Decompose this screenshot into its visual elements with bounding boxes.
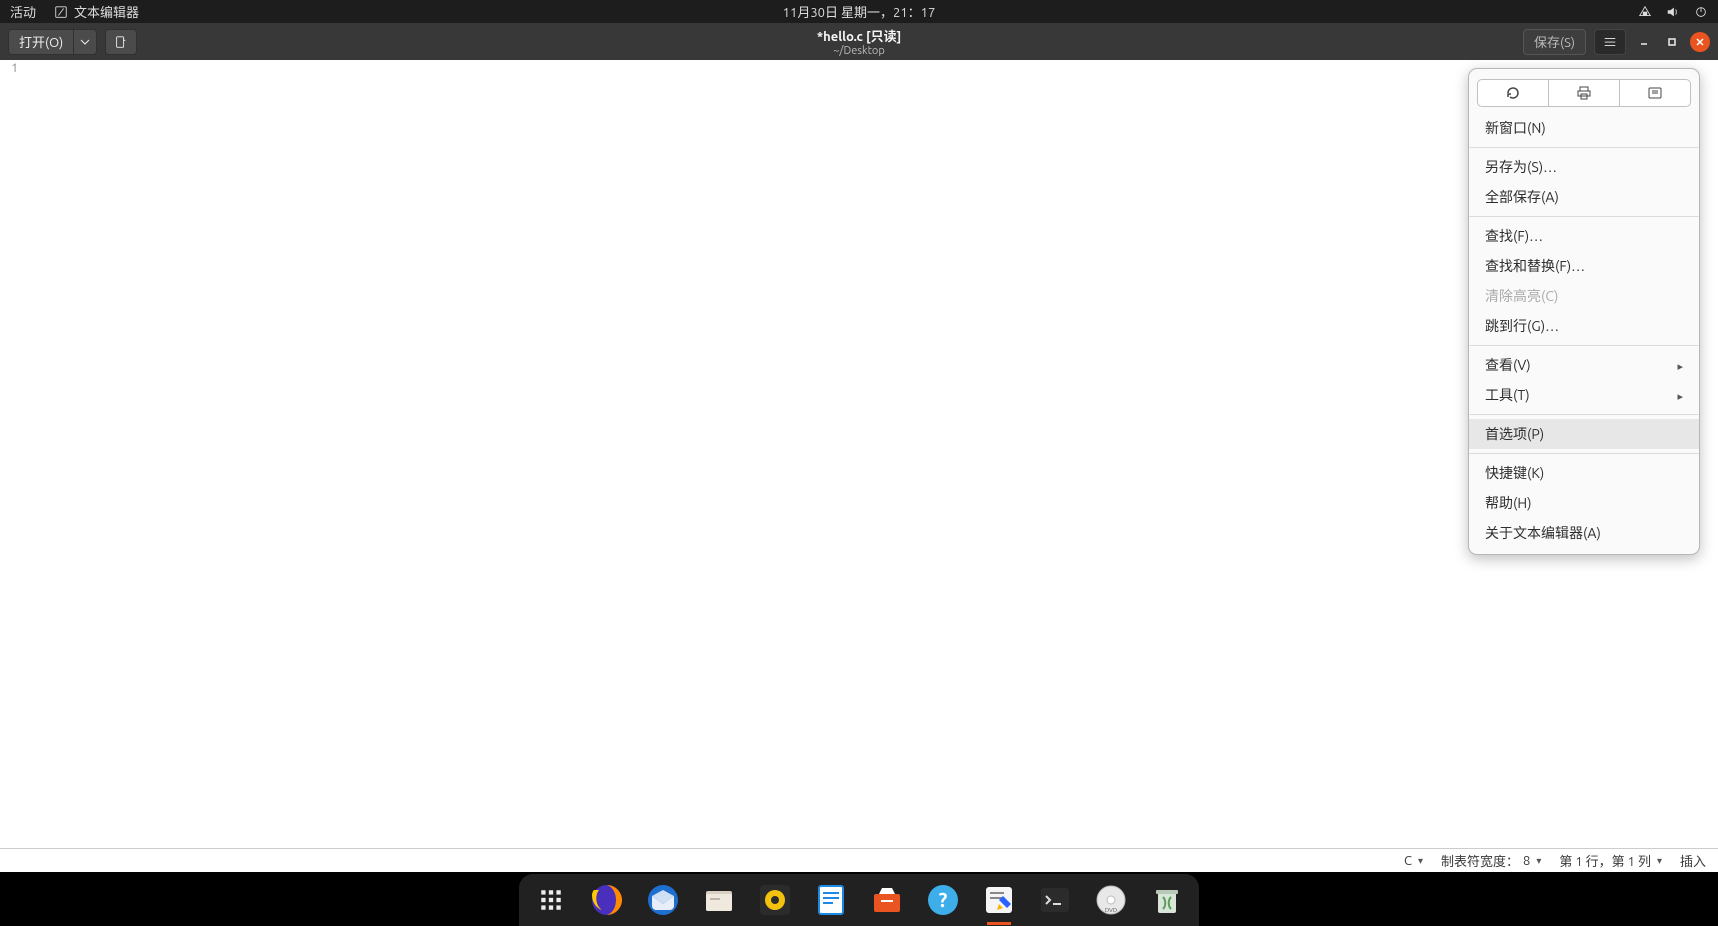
menu-save-all[interactable]: 全部保存(A) [1469,182,1699,212]
dock-software[interactable] [865,878,909,922]
document-title: *hello.c [只读] [817,26,902,45]
close-button[interactable] [1690,32,1710,52]
maximize-icon [1667,37,1677,47]
reload-icon [1505,85,1521,101]
menu-separator [1469,216,1699,217]
apps-grid-icon [538,887,564,913]
cursor-position-label: 第 1 行，第 1 列 [1559,851,1651,870]
menu-reload-button[interactable] [1477,79,1549,107]
dock-libreoffice-writer[interactable] [809,878,853,922]
menu-find[interactable]: 查找(F)… [1469,221,1699,251]
writer-icon [813,882,849,918]
files-icon [701,882,737,918]
hamburger-menu-button[interactable] [1594,29,1626,55]
dock-text-editor[interactable] [977,878,1021,922]
topbar-app-indicator[interactable]: 文本编辑器 [54,2,139,21]
dock-files[interactable] [697,878,741,922]
thunderbird-icon [645,882,681,918]
menu-shortcuts[interactable]: 快捷键(K) [1469,458,1699,488]
maximize-button[interactable] [1662,32,1682,52]
menu-new-window[interactable]: 新窗口(N) [1469,113,1699,143]
text-area[interactable] [22,60,1718,848]
disc-icon: DVD [1093,882,1129,918]
open-button-group: 打开(O) [8,29,97,55]
menu-separator [1469,345,1699,346]
network-icon[interactable] [1638,5,1652,19]
title-area: *hello.c [只读] ~/Desktop [817,26,902,57]
dock-apps-grid[interactable] [529,878,573,922]
dock-area: ? DVD [0,872,1718,926]
rhythmbox-icon [757,882,793,918]
svg-text:?: ? [939,888,948,911]
new-document-icon [114,35,128,49]
line-number-gutter: 1 [0,60,22,848]
open-button[interactable]: 打开(O) [8,29,74,55]
menu-tools[interactable]: 工具(T) [1469,380,1699,410]
activities-button[interactable]: 活动 [10,2,36,21]
minimize-icon [1639,37,1649,47]
submenu-arrow-icon [1677,387,1683,403]
dock-help[interactable]: ? [921,878,965,922]
new-tab-button[interactable] [105,29,137,55]
system-topbar: 活动 文本编辑器 11月30日 星期一，21：17 [0,0,1718,23]
trash-icon [1149,882,1185,918]
text-editor-icon [54,5,68,19]
software-store-icon [869,882,905,918]
dock: ? DVD [519,874,1199,926]
editor-body: 1 [0,60,1718,848]
fullscreen-icon [1647,85,1663,101]
power-icon[interactable] [1694,5,1708,19]
hamburger-icon [1603,35,1617,49]
submenu-arrow-icon [1677,357,1683,373]
menu-separator [1469,414,1699,415]
menu-clear-highlight: 清除高亮(C) [1469,281,1699,311]
help-icon: ? [925,882,961,918]
dock-rhythmbox[interactable] [753,878,797,922]
menu-print-button[interactable] [1549,79,1619,107]
tab-width-label: 制表符宽度： [1441,851,1519,870]
dock-trash[interactable] [1145,878,1189,922]
cursor-position[interactable]: 第 1 行，第 1 列 [1559,851,1662,870]
hamburger-menu: 新窗口(N) 另存为(S)… 全部保存(A) 查找(F)… 查找和替换(F)… … [1468,68,1700,555]
dock-terminal[interactable] [1033,878,1077,922]
close-icon [1695,37,1705,47]
firefox-icon [589,882,625,918]
tab-width-value: 8 [1523,854,1530,868]
menu-separator [1469,147,1699,148]
menu-view[interactable]: 查看(V) [1469,350,1699,380]
document-path: ~/Desktop [817,45,902,57]
line-number: 1 [0,62,18,75]
language-label: C [1404,854,1412,868]
topbar-app-name: 文本编辑器 [74,2,139,21]
svg-text:DVD: DVD [1105,907,1117,914]
save-button[interactable]: 保存(S) [1523,29,1586,55]
menu-find-replace[interactable]: 查找和替换(F)… [1469,251,1699,281]
open-recent-dropdown[interactable] [74,29,97,55]
dock-firefox[interactable] [585,878,629,922]
menu-goto-line[interactable]: 跳到行(G)… [1469,311,1699,341]
menu-help[interactable]: 帮助(H) [1469,488,1699,518]
insert-mode[interactable]: 插入 [1680,851,1706,870]
volume-icon[interactable] [1666,5,1680,19]
terminal-icon [1037,882,1073,918]
tab-width-selector[interactable]: 制表符宽度： 8 [1441,851,1541,870]
chevron-down-icon [80,37,90,47]
status-bar: C 制表符宽度： 8 第 1 行，第 1 列 插入 [0,848,1718,872]
dock-thunderbird[interactable] [641,878,685,922]
dock-disc[interactable]: DVD [1089,878,1133,922]
topbar-datetime[interactable]: 11月30日 星期一，21：17 [783,2,936,21]
text-editor-app-icon [981,882,1017,918]
menu-separator [1469,453,1699,454]
menu-about[interactable]: 关于文本编辑器(A) [1469,518,1699,548]
language-selector[interactable]: C [1404,854,1423,868]
menu-preferences[interactable]: 首选项(P) [1469,419,1699,449]
menu-save-as[interactable]: 另存为(S)… [1469,152,1699,182]
print-icon [1576,85,1592,101]
menu-fullscreen-button[interactable] [1619,79,1691,107]
editor-toolbar: 打开(O) *hello.c [只读] ~/Desktop 保存(S) [0,23,1718,60]
minimize-button[interactable] [1634,32,1654,52]
